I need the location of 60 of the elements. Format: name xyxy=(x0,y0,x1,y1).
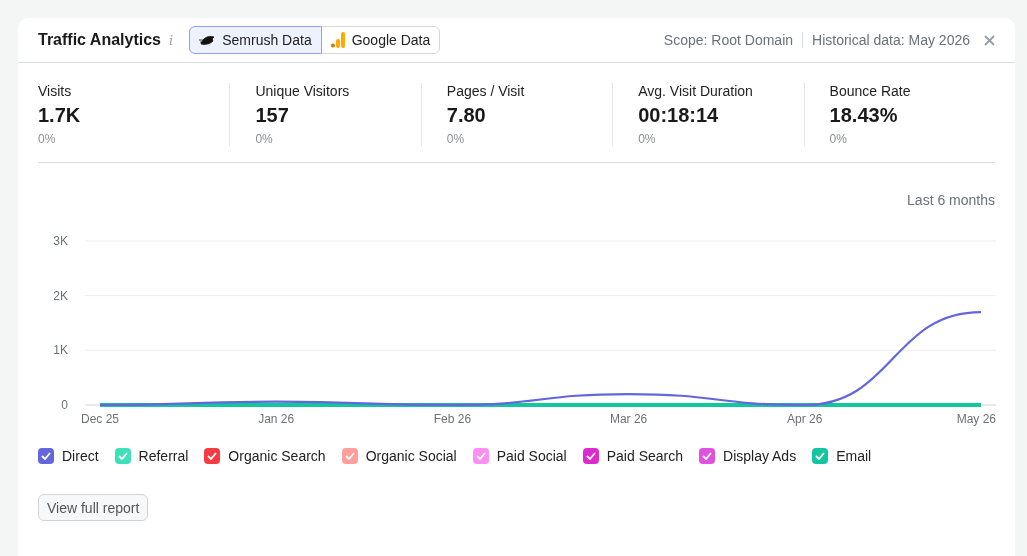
metric-change: 0% xyxy=(446,132,466,146)
axis-label: 2K xyxy=(53,288,68,303)
check-icon xyxy=(344,452,355,460)
bar-chart-icon xyxy=(330,32,345,48)
axis-label: May 26 xyxy=(956,412,996,426)
metric-value: 18.43% xyxy=(829,104,899,127)
legend-item[interactable]: Paid Social xyxy=(472,448,567,464)
check-icon xyxy=(702,452,712,460)
axis-label: Mar 26 xyxy=(609,412,648,426)
metric-label: Avg. Visit Duration xyxy=(638,83,754,99)
scope-text: Scope: Root Domain xyxy=(663,32,794,48)
legend-checkbox[interactable] xyxy=(699,448,715,464)
source-tab[interactable]: Google Data xyxy=(320,26,441,54)
legend-item[interactable]: Organic Social xyxy=(341,448,457,464)
metric-value: 1.7K xyxy=(38,104,82,127)
legend-checkbox[interactable] xyxy=(812,448,829,464)
metric-label: Unique Visitors xyxy=(255,83,351,99)
bird-icon xyxy=(199,34,216,46)
metric-value: 7.80 xyxy=(446,104,487,127)
axis-label: 3K xyxy=(53,234,68,248)
check-icon xyxy=(117,452,128,460)
check-icon xyxy=(41,452,51,460)
metric-label: Bounce Rate xyxy=(829,83,912,99)
close-icon xyxy=(984,34,995,46)
source-tab[interactable]: Semrush Data xyxy=(189,26,322,54)
legend-item[interactable]: Direct xyxy=(38,448,99,464)
metric-value: 157 xyxy=(255,104,290,127)
metric-change: 0% xyxy=(638,132,657,146)
panel-title: Traffic Analytics xyxy=(38,31,161,49)
legend-checkbox[interactable] xyxy=(472,448,489,464)
metric-change: 0% xyxy=(38,132,57,146)
metric-change: 0% xyxy=(829,132,848,146)
check-icon xyxy=(207,452,218,460)
legend-item[interactable]: Referral xyxy=(114,448,189,464)
historical-data-text: Historical data: May 2026 xyxy=(812,32,970,48)
legend-checkbox[interactable] xyxy=(341,448,358,464)
period-label: Last 6 months xyxy=(906,192,995,208)
axis-label: Feb 26 xyxy=(433,412,472,426)
axis-label: 0 xyxy=(61,398,68,412)
check-icon xyxy=(585,452,596,460)
close-button[interactable] xyxy=(984,34,995,46)
legend-checkbox[interactable] xyxy=(582,448,599,464)
legend-checkbox[interactable] xyxy=(204,448,221,464)
axis-label: Jan 26 xyxy=(258,412,295,426)
axis-label: Apr 26 xyxy=(787,412,823,426)
legend-item[interactable]: Email xyxy=(812,448,872,464)
legend-item[interactable]: Organic Search xyxy=(204,448,326,464)
metric-label: Pages / Visit xyxy=(446,83,526,99)
legend-checkbox[interactable] xyxy=(114,448,131,464)
check-icon xyxy=(475,452,486,460)
view-report-button[interactable]: View full report xyxy=(38,494,149,521)
legend-item[interactable]: Paid Search xyxy=(582,448,683,464)
metric-change: 0% xyxy=(255,132,274,146)
metric-value: 00:18:14 xyxy=(638,104,720,127)
axis-label: 1K xyxy=(53,343,68,358)
legend-checkbox[interactable] xyxy=(38,448,54,464)
metric-label: Visits xyxy=(38,83,73,99)
axis-label: Dec 25 xyxy=(81,412,119,426)
legend-item[interactable]: Display Ads xyxy=(699,448,797,464)
check-icon xyxy=(815,452,826,460)
